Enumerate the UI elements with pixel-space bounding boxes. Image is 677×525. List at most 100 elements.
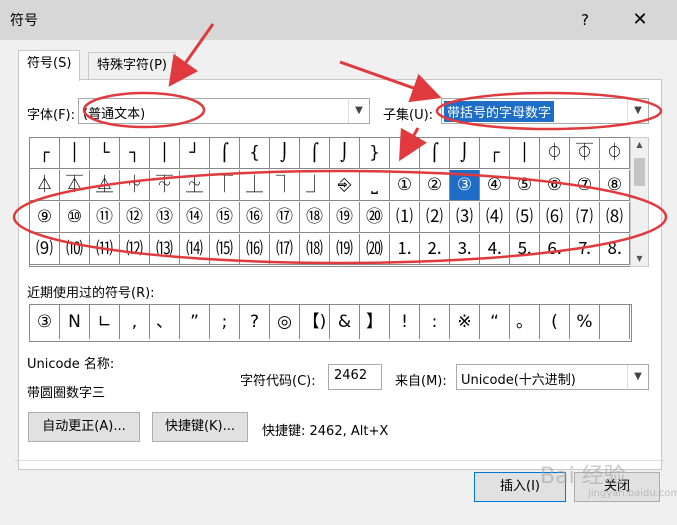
symbol-cell[interactable]: ⑩ [60, 202, 90, 233]
symbol-cell[interactable]: ↙ [390, 138, 420, 169]
symbol-cell[interactable]: ⏇ [150, 170, 180, 201]
symbol-cell[interactable]: ┌ [480, 138, 510, 169]
from-select[interactable]: Unicode(十六进制) ▼ [456, 364, 649, 390]
recent-symbol-cell[interactable]: ? [240, 305, 270, 339]
autocorrect-button[interactable]: 自动更正(A)... [28, 412, 140, 442]
symbol-cell[interactable]: ⒅ [300, 234, 330, 265]
tab-special-characters[interactable]: 特殊字符(P) [88, 52, 176, 79]
recent-symbol-cell[interactable]: : [420, 305, 450, 339]
symbol-cell[interactable]: ③ [450, 170, 480, 201]
symbol-cell[interactable]: ⑶ [450, 202, 480, 233]
symbol-cell[interactable]: ⑸ [510, 202, 540, 233]
shortcut-key-button[interactable]: 快捷键(K)... [152, 412, 248, 442]
symbol-cell[interactable]: ⌡ [450, 138, 480, 169]
symbol-cell[interactable]: ⏅ [90, 170, 120, 201]
recent-symbol-cell[interactable]: % [570, 305, 600, 339]
recent-symbol-cell[interactable]: ! [390, 305, 420, 339]
symbol-cell[interactable]: ⑻ [600, 202, 630, 233]
symbol-cell[interactable]: ⑧ [600, 170, 630, 201]
symbol-cell[interactable]: ⑯ [240, 202, 270, 233]
symbol-grid[interactable]: ┌ │ └ ┐ │ ┘ ⌠{⌡ ⌠ ⌡} ↙ ⌠ ⌡ ┌ │ ⏀ ⏁ ⏀ ⏃ ⏄ ⏅ ⏆ ⏇ ⏈ ⏉ ⏊ ⏋ ⏌ ⎆ ⎵ ① ② ③ ④ ⑤ ⑥ ⑦ ⑧… [29, 137, 631, 267]
symbol-cell[interactable]: ④ [480, 170, 510, 201]
symbol-cell[interactable]: ⑲ [330, 202, 360, 233]
symbol-cell[interactable]: ⑦ [570, 170, 600, 201]
symbol-cell[interactable]: ⌡ [330, 138, 360, 169]
recent-symbol-cell[interactable]: ; [210, 305, 240, 339]
symbol-cell[interactable]: ① [390, 170, 420, 201]
symbol-cell[interactable]: ⒎ [570, 234, 600, 265]
symbol-cell[interactable]: ⑿ [120, 234, 150, 265]
chevron-down-icon[interactable]: ▼ [627, 365, 648, 389]
symbol-cell[interactable]: ⎆ [330, 170, 360, 201]
symbol-cell[interactable]: ⑳ [360, 202, 390, 233]
symbol-cell[interactable]: ⑪ [90, 202, 120, 233]
symbol-cell[interactable]: ⑰ [270, 202, 300, 233]
symbol-cell[interactable]: ⑼ [30, 234, 60, 265]
symbol-cell[interactable]: ⏃ [30, 170, 60, 201]
chevron-down-icon[interactable]: ▼ [348, 99, 369, 123]
symbol-cell[interactable]: │ [150, 138, 180, 169]
symbol-cell[interactable]: ⌠ [420, 138, 450, 169]
scroll-up-icon[interactable]: ▲ [631, 138, 648, 152]
symbol-cell[interactable]: ⒃ [240, 234, 270, 265]
font-select[interactable]: (普通文本) ▼ [78, 98, 370, 124]
symbol-cell[interactable]: ⒊ [450, 234, 480, 265]
symbol-cell[interactable]: ⑽ [60, 234, 90, 265]
symbol-grid-scrollbar[interactable]: ▲ ▼ [630, 137, 649, 267]
symbol-cell[interactable]: ⒏ [600, 234, 630, 265]
symbol-cell[interactable]: ⏀ [540, 138, 570, 169]
symbol-cell[interactable]: ⑴ [390, 202, 420, 233]
recent-symbol-cell[interactable]: ※ [450, 305, 480, 339]
symbol-cell[interactable]: ┘ [180, 138, 210, 169]
subset-select[interactable]: 带括号的字母数字 ▼ [441, 98, 649, 124]
symbol-cell[interactable]: { [240, 138, 270, 169]
symbol-cell[interactable]: ⒌ [510, 234, 540, 265]
symbol-cell[interactable]: ⒂ [210, 234, 240, 265]
symbol-cell[interactable]: ⏈ [180, 170, 210, 201]
symbol-cell[interactable]: ⌠ [210, 138, 240, 169]
symbol-cell[interactable]: ⑤ [510, 170, 540, 201]
symbol-cell[interactable]: } [360, 138, 390, 169]
tab-symbols[interactable]: 符号(S) [18, 50, 81, 81]
symbol-cell[interactable]: ⏀ [600, 138, 630, 169]
scroll-down-icon[interactable]: ▼ [631, 252, 648, 266]
symbol-cell[interactable]: ⏆ [120, 170, 150, 201]
symbol-cell[interactable]: ⑺ [570, 202, 600, 233]
symbol-cell[interactable]: ⑥ [540, 170, 570, 201]
symbol-cell[interactable]: ⎵ [360, 170, 390, 201]
symbol-cell[interactable]: ⌡ [270, 138, 300, 169]
help-button[interactable]: ? [570, 8, 600, 32]
symbol-cell[interactable]: ⑨ [30, 202, 60, 233]
chevron-down-icon[interactable]: ▼ [627, 99, 648, 123]
recent-symbol-cell[interactable]: & [330, 305, 360, 339]
symbol-cell[interactable]: ⏋ [270, 170, 300, 201]
symbol-cell[interactable]: ⒄ [270, 234, 300, 265]
char-code-input[interactable]: 2462 [328, 364, 382, 390]
recent-symbol-cell[interactable]: N [60, 305, 90, 339]
recent-symbol-cell[interactable]: “ [480, 305, 510, 339]
recent-symbol-cell[interactable]: ∟ [90, 305, 120, 339]
symbol-cell[interactable]: ⑮ [210, 202, 240, 233]
symbol-cell[interactable]: │ [60, 138, 90, 169]
recent-symbol-cell[interactable]: ” [180, 305, 210, 339]
symbol-cell[interactable]: ┐ [120, 138, 150, 169]
symbol-cell[interactable]: ⒉ [420, 234, 450, 265]
symbol-cell[interactable]: ⒍ [540, 234, 570, 265]
symbol-cell[interactable]: ⌠ [300, 138, 330, 169]
symbol-cell[interactable]: ⒇ [360, 234, 390, 265]
close-window-button[interactable]: ✕ [625, 8, 655, 32]
recent-symbol-cell[interactable]: 】 [360, 305, 390, 339]
recent-symbol-cell[interactable]: ③ [30, 305, 60, 339]
symbol-cell[interactable]: ⑬ [150, 202, 180, 233]
symbol-cell[interactable]: ⒀ [150, 234, 180, 265]
symbol-cell[interactable]: ⏄ [60, 170, 90, 201]
recent-symbol-cell[interactable]: 、 [150, 305, 180, 339]
symbol-cell[interactable]: ⒈ [390, 234, 420, 265]
scroll-thumb[interactable] [634, 158, 645, 186]
recent-symbol-cell[interactable]: ◎ [270, 305, 300, 339]
symbol-cell[interactable]: │ [510, 138, 540, 169]
symbol-cell[interactable]: ┌ [30, 138, 60, 169]
recent-symbol-cell[interactable]: ( [540, 305, 570, 339]
symbol-cell[interactable]: ⏉ [210, 170, 240, 201]
symbol-cell[interactable]: ⑭ [180, 202, 210, 233]
